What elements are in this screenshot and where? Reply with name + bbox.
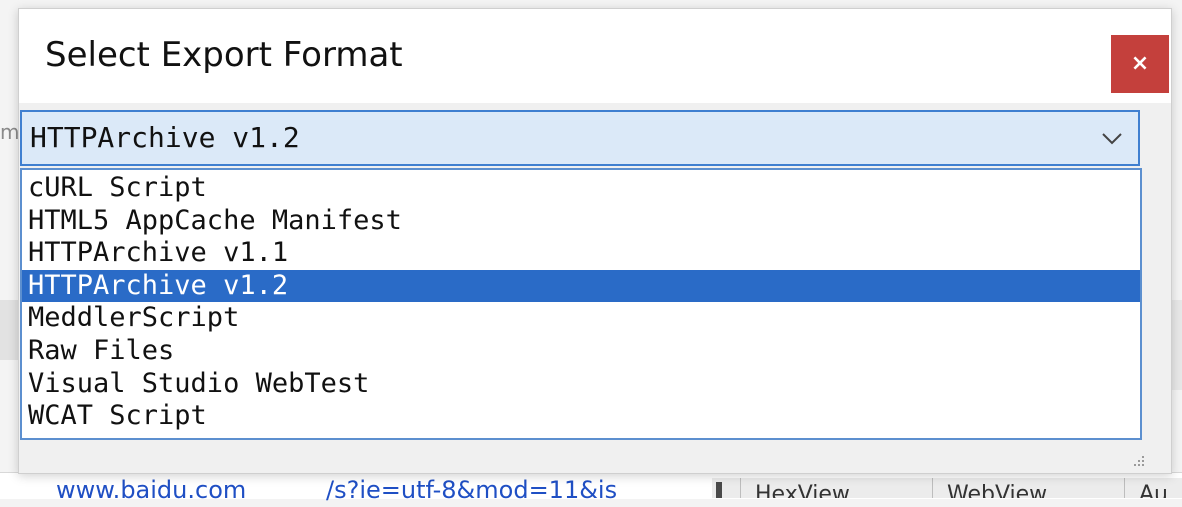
format-option-httparchive-v1-1[interactable]: HTTPArchive v1.1	[22, 237, 1140, 270]
close-button[interactable]: ×	[1111, 35, 1169, 93]
format-dropdown-list: cURL Script HTML5 AppCache Manifest HTTP…	[20, 168, 1142, 440]
dialog-title: Select Export Format	[45, 35, 403, 75]
close-icon: ×	[1130, 51, 1150, 76]
background-url-host[interactable]: www.baidu.com	[56, 473, 246, 507]
format-select-value: HTTPArchive v1.2	[30, 121, 300, 154]
tab-webview[interactable]: WebView	[932, 478, 1107, 498]
format-option-curl-script[interactable]: cURL Script	[22, 172, 1140, 205]
format-option-html5-appcache-manifest[interactable]: HTML5 AppCache Manifest	[22, 205, 1140, 238]
tab-auth[interactable]: Au	[1124, 478, 1182, 498]
format-option-wcat-script[interactable]: WCAT Script	[22, 400, 1140, 433]
background-panel-right	[1172, 300, 1182, 390]
format-option-httparchive-v1-2[interactable]: HTTPArchive v1.2	[22, 269, 1140, 303]
format-option-meddlerscript[interactable]: MeddlerScript	[22, 302, 1140, 335]
format-option-visual-studio-webtest[interactable]: Visual Studio WebTest	[22, 368, 1140, 401]
background-text-fragment: m	[0, 120, 20, 144]
format-select[interactable]: HTTPArchive v1.2	[20, 110, 1140, 166]
format-option-raw-files[interactable]: Raw Files	[22, 335, 1140, 368]
tab-hexview[interactable]: HexView	[740, 478, 915, 498]
resize-grip-icon[interactable]	[1130, 452, 1146, 468]
background-url-path[interactable]: /s?ie=utf-8&mod=11&is	[326, 473, 666, 507]
chevron-down-icon[interactable]	[1100, 126, 1124, 150]
background-splitter[interactable]	[716, 482, 722, 498]
